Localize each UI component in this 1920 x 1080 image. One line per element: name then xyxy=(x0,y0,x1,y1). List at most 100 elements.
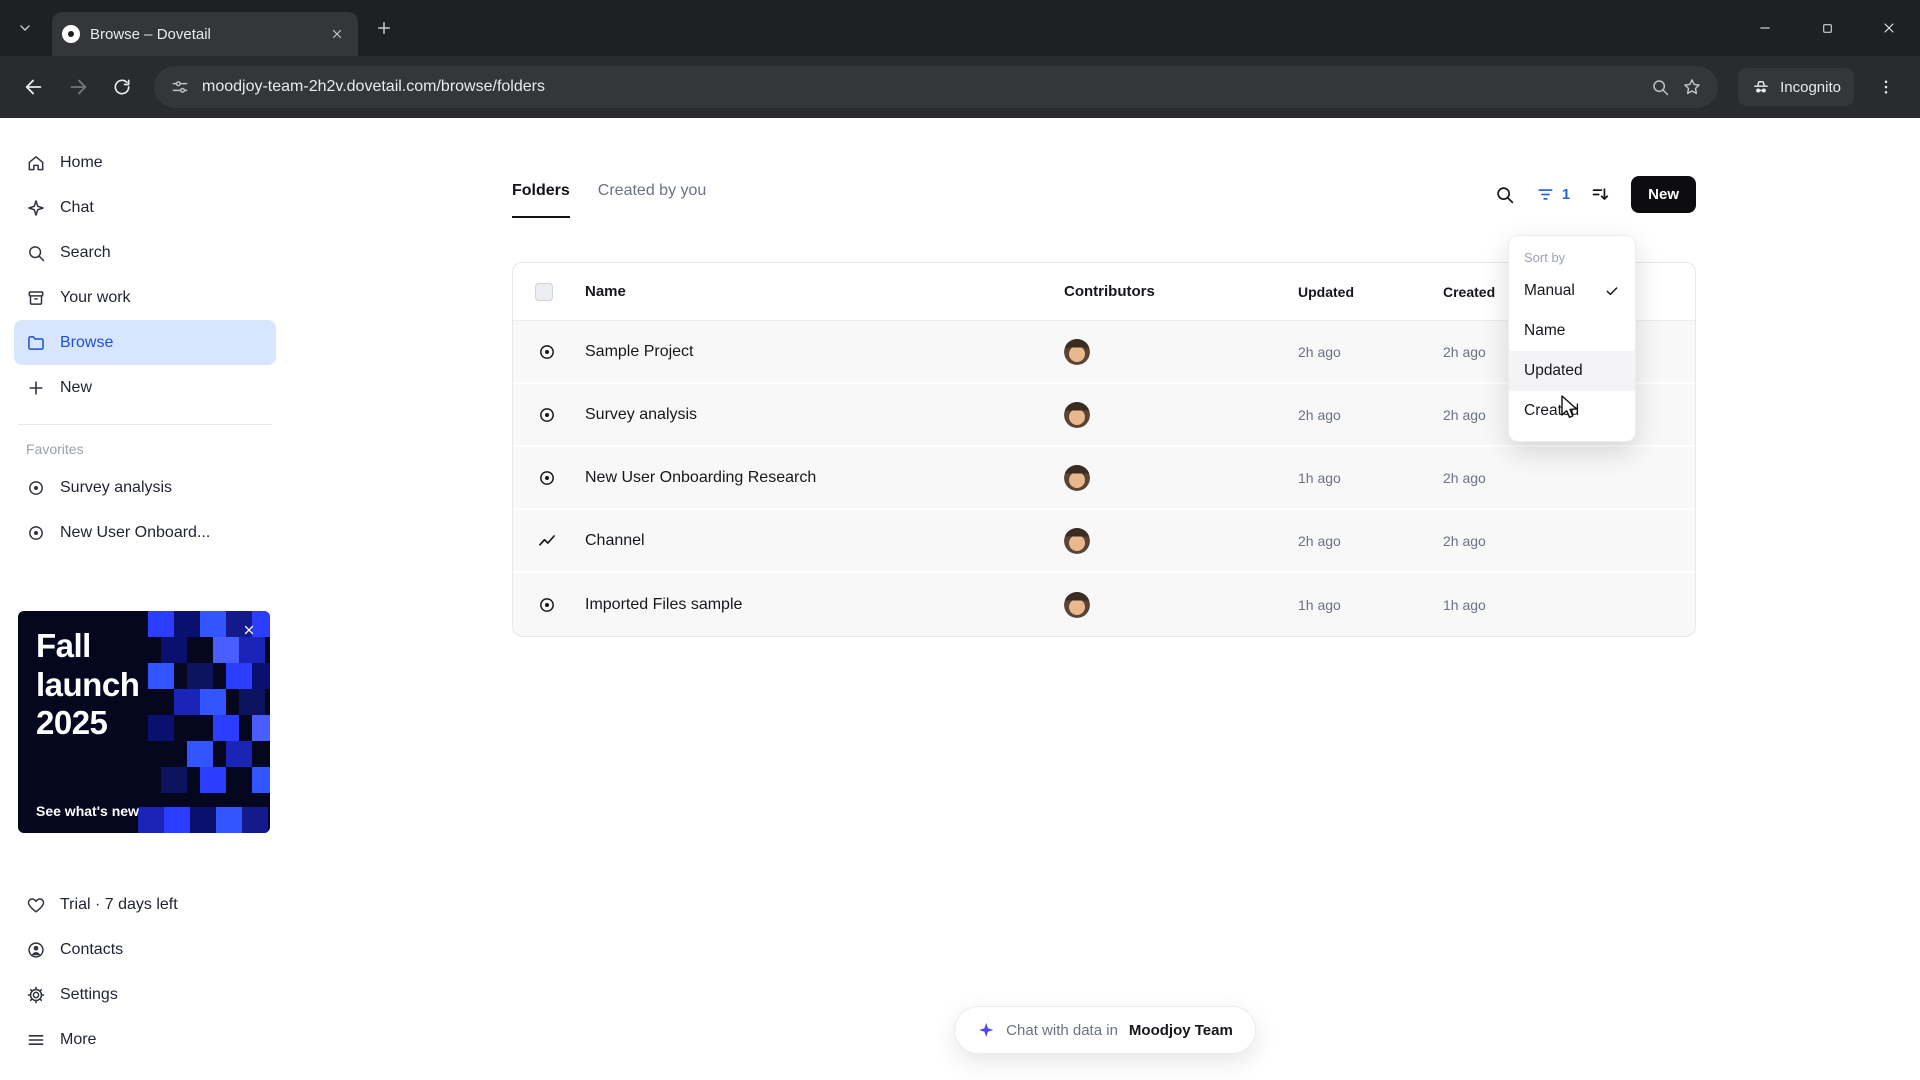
filter-icon xyxy=(1538,189,1553,200)
incognito-icon xyxy=(1754,81,1769,93)
site-settings-icon[interactable] xyxy=(170,77,190,97)
plus-icon xyxy=(378,22,390,34)
favorite-item-new-user-onboarding[interactable]: New User Onboard... xyxy=(14,510,276,555)
sidebar-divider xyxy=(18,424,272,425)
sidebar-item-label: More xyxy=(60,1030,97,1048)
heart-icon xyxy=(27,897,45,913)
sidebar-item-label: Browse xyxy=(60,333,114,351)
folder-icon xyxy=(28,335,44,350)
sparkle-icon xyxy=(28,199,44,216)
main-panel: Folders Created by you 1 New Name Contri… xyxy=(290,118,1920,1080)
row-updated: 2h ago xyxy=(1298,532,1341,549)
sidebar-item-more[interactable]: More xyxy=(14,1017,276,1062)
reload-button[interactable] xyxy=(102,67,142,107)
close-window-button[interactable] xyxy=(1858,0,1920,56)
row-updated: 2h ago xyxy=(1298,406,1341,423)
sidebar-item-label: Search xyxy=(60,243,111,261)
row-created: 2h ago xyxy=(1443,532,1486,549)
sort-option-label: Name xyxy=(1524,322,1566,339)
sidebar-item-contacts[interactable]: Contacts xyxy=(14,927,276,972)
back-button[interactable] xyxy=(14,67,54,107)
tab-close-button[interactable] xyxy=(326,23,348,45)
new-tab-button[interactable] xyxy=(368,12,400,44)
favorite-item-label: New User Onboard... xyxy=(60,523,211,541)
avatar[interactable] xyxy=(1064,401,1090,428)
tab-title: Browse – Dovetail xyxy=(90,25,211,43)
table-row[interactable]: Imported Files sample 1h ago 1h ago xyxy=(513,573,1695,636)
sort-option-updated[interactable]: Updated xyxy=(1509,351,1635,391)
dovetail-app: Home Chat Search Your work Browse New Fa… xyxy=(0,118,1920,1080)
search-button[interactable] xyxy=(1494,184,1515,205)
tab-search-button[interactable] xyxy=(8,11,42,45)
chat-pill-text: Chat with data in xyxy=(1006,1021,1118,1039)
reload-icon xyxy=(114,79,130,95)
search-icon xyxy=(1497,187,1514,204)
bookmark-star-icon[interactable] xyxy=(1682,77,1702,97)
sidebar-item-your-work[interactable]: Your work xyxy=(14,275,276,320)
home-icon xyxy=(28,155,44,170)
sidebar-item-search[interactable]: Search xyxy=(14,230,276,275)
sidebar-item-chat[interactable]: Chat xyxy=(14,185,276,230)
select-all-checkbox[interactable] xyxy=(535,282,553,301)
target-icon xyxy=(540,344,554,359)
filter-button[interactable]: 1 xyxy=(1535,184,1570,205)
chat-with-data-button[interactable]: Chat with data in Moodjoy Team xyxy=(954,1006,1256,1054)
person-icon xyxy=(28,941,44,958)
row-updated: 2h ago xyxy=(1298,343,1341,360)
chevron-down-icon xyxy=(20,25,30,31)
sort-button[interactable] xyxy=(1590,184,1611,205)
row-name: New User Onboarding Research xyxy=(585,468,817,486)
row-updated: 1h ago xyxy=(1298,596,1341,613)
avatar[interactable] xyxy=(1064,338,1090,365)
incognito-badge[interactable]: Incognito xyxy=(1738,68,1854,106)
avatar[interactable] xyxy=(1064,591,1090,618)
maximize-button[interactable] xyxy=(1796,0,1858,56)
close-icon xyxy=(1884,23,1894,33)
sidebar-item-home[interactable]: Home xyxy=(14,140,276,185)
search-icon xyxy=(29,245,45,261)
column-header-contributors[interactable]: Contributors xyxy=(1050,283,1290,300)
sort-option-created[interactable]: Created xyxy=(1509,391,1635,431)
table-row[interactable]: New User Onboarding Research 1h ago 2h a… xyxy=(513,447,1695,510)
column-header-name[interactable]: Name xyxy=(577,283,1050,300)
promo-cta-link[interactable]: See what's new xyxy=(36,803,139,819)
avatar[interactable] xyxy=(1064,464,1090,491)
minimize-button[interactable] xyxy=(1734,0,1796,56)
table-row[interactable]: Channel 2h ago 2h ago xyxy=(513,510,1695,573)
column-header-updated[interactable]: Updated xyxy=(1290,284,1435,300)
promo-card[interactable]: Fall launch 2025 See what's new xyxy=(18,611,270,833)
browser-tab[interactable]: Browse – Dovetail xyxy=(52,12,358,56)
sidebar-item-label: Trial · 7 days left xyxy=(60,895,178,913)
address-bar[interactable]: moodjoy-team-2h2v.dovetail.com/browse/fo… xyxy=(154,66,1719,108)
target-icon xyxy=(29,525,43,540)
favorite-item-survey-analysis[interactable]: Survey analysis xyxy=(14,465,276,510)
sort-option-label: Updated xyxy=(1524,362,1583,379)
sidebar-item-browse[interactable]: Browse xyxy=(14,320,276,365)
sort-menu-label: Sort by xyxy=(1524,250,1566,265)
chart-icon xyxy=(539,534,555,546)
check-icon xyxy=(1604,283,1620,299)
row-updated: 1h ago xyxy=(1298,469,1341,486)
sidebar-item-new[interactable]: New xyxy=(14,365,276,410)
minimize-icon xyxy=(1760,27,1770,29)
sort-option-name[interactable]: Name xyxy=(1509,311,1635,351)
url-text[interactable]: moodjoy-team-2h2v.dovetail.com/browse/fo… xyxy=(202,78,1638,96)
browser-menu-button[interactable] xyxy=(1866,67,1906,107)
tab-folders[interactable]: Folders xyxy=(512,182,570,218)
close-icon xyxy=(332,29,342,39)
sidebar-item-trial[interactable]: Trial · 7 days left xyxy=(14,882,276,927)
favorites-label: Favorites xyxy=(26,441,84,457)
sidebar-item-settings[interactable]: Settings xyxy=(14,972,276,1017)
new-button[interactable]: New xyxy=(1631,176,1696,213)
promo-close-button[interactable] xyxy=(238,619,260,641)
tab-created-by-you[interactable]: Created by you xyxy=(598,182,707,218)
sort-icon xyxy=(1592,188,1609,200)
zoom-icon[interactable] xyxy=(1650,77,1670,97)
sort-option-manual[interactable]: Manual xyxy=(1509,271,1635,311)
kebab-menu-icon xyxy=(1884,80,1888,94)
avatar[interactable] xyxy=(1064,527,1090,554)
sidebar: Home Chat Search Your work Browse New Fa… xyxy=(0,118,290,1080)
forward-button[interactable] xyxy=(58,67,98,107)
sidebar-item-label: New xyxy=(60,378,93,396)
